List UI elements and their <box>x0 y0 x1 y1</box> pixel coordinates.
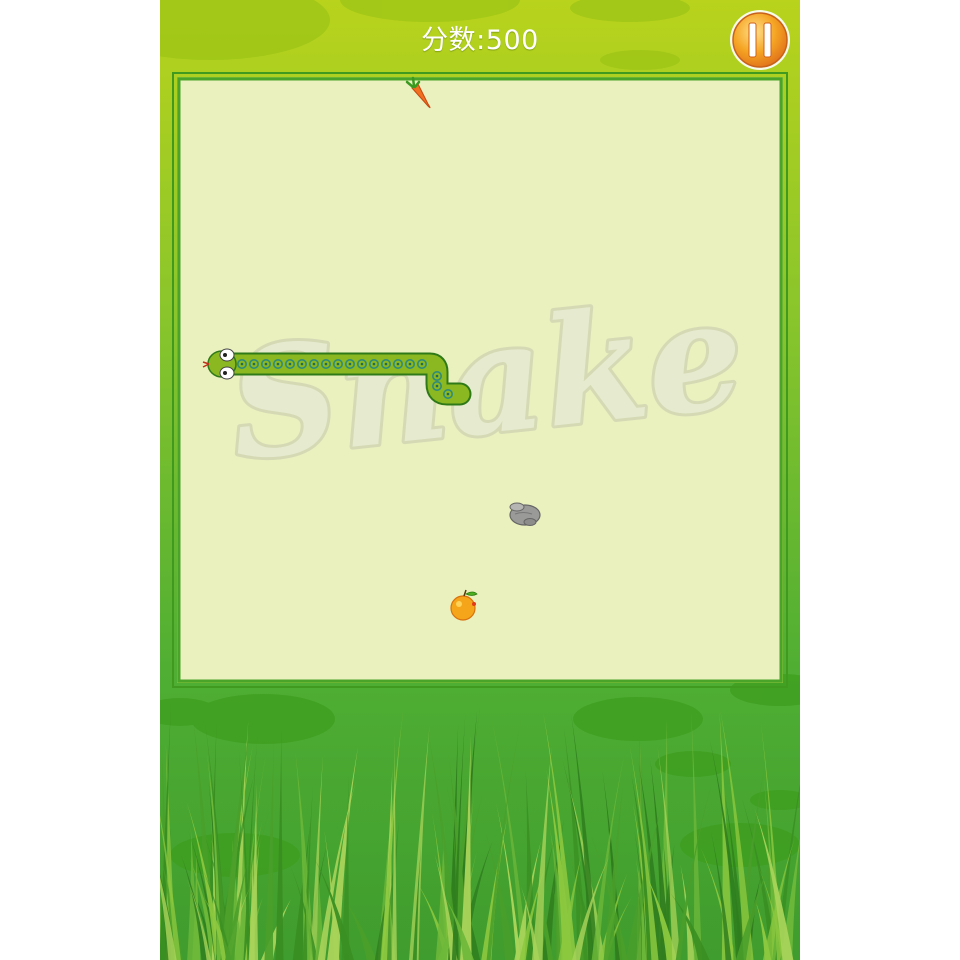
score-label: 分数 <box>421 25 477 56</box>
score-value: 500 <box>485 25 539 56</box>
game-board[interactable]: Snake <box>172 72 788 688</box>
score-separator: : <box>476 25 486 56</box>
game-screen: 分数:500 Snake <box>160 0 800 960</box>
score-display: 分数:500 <box>160 18 800 57</box>
pause-button[interactable] <box>728 8 792 72</box>
